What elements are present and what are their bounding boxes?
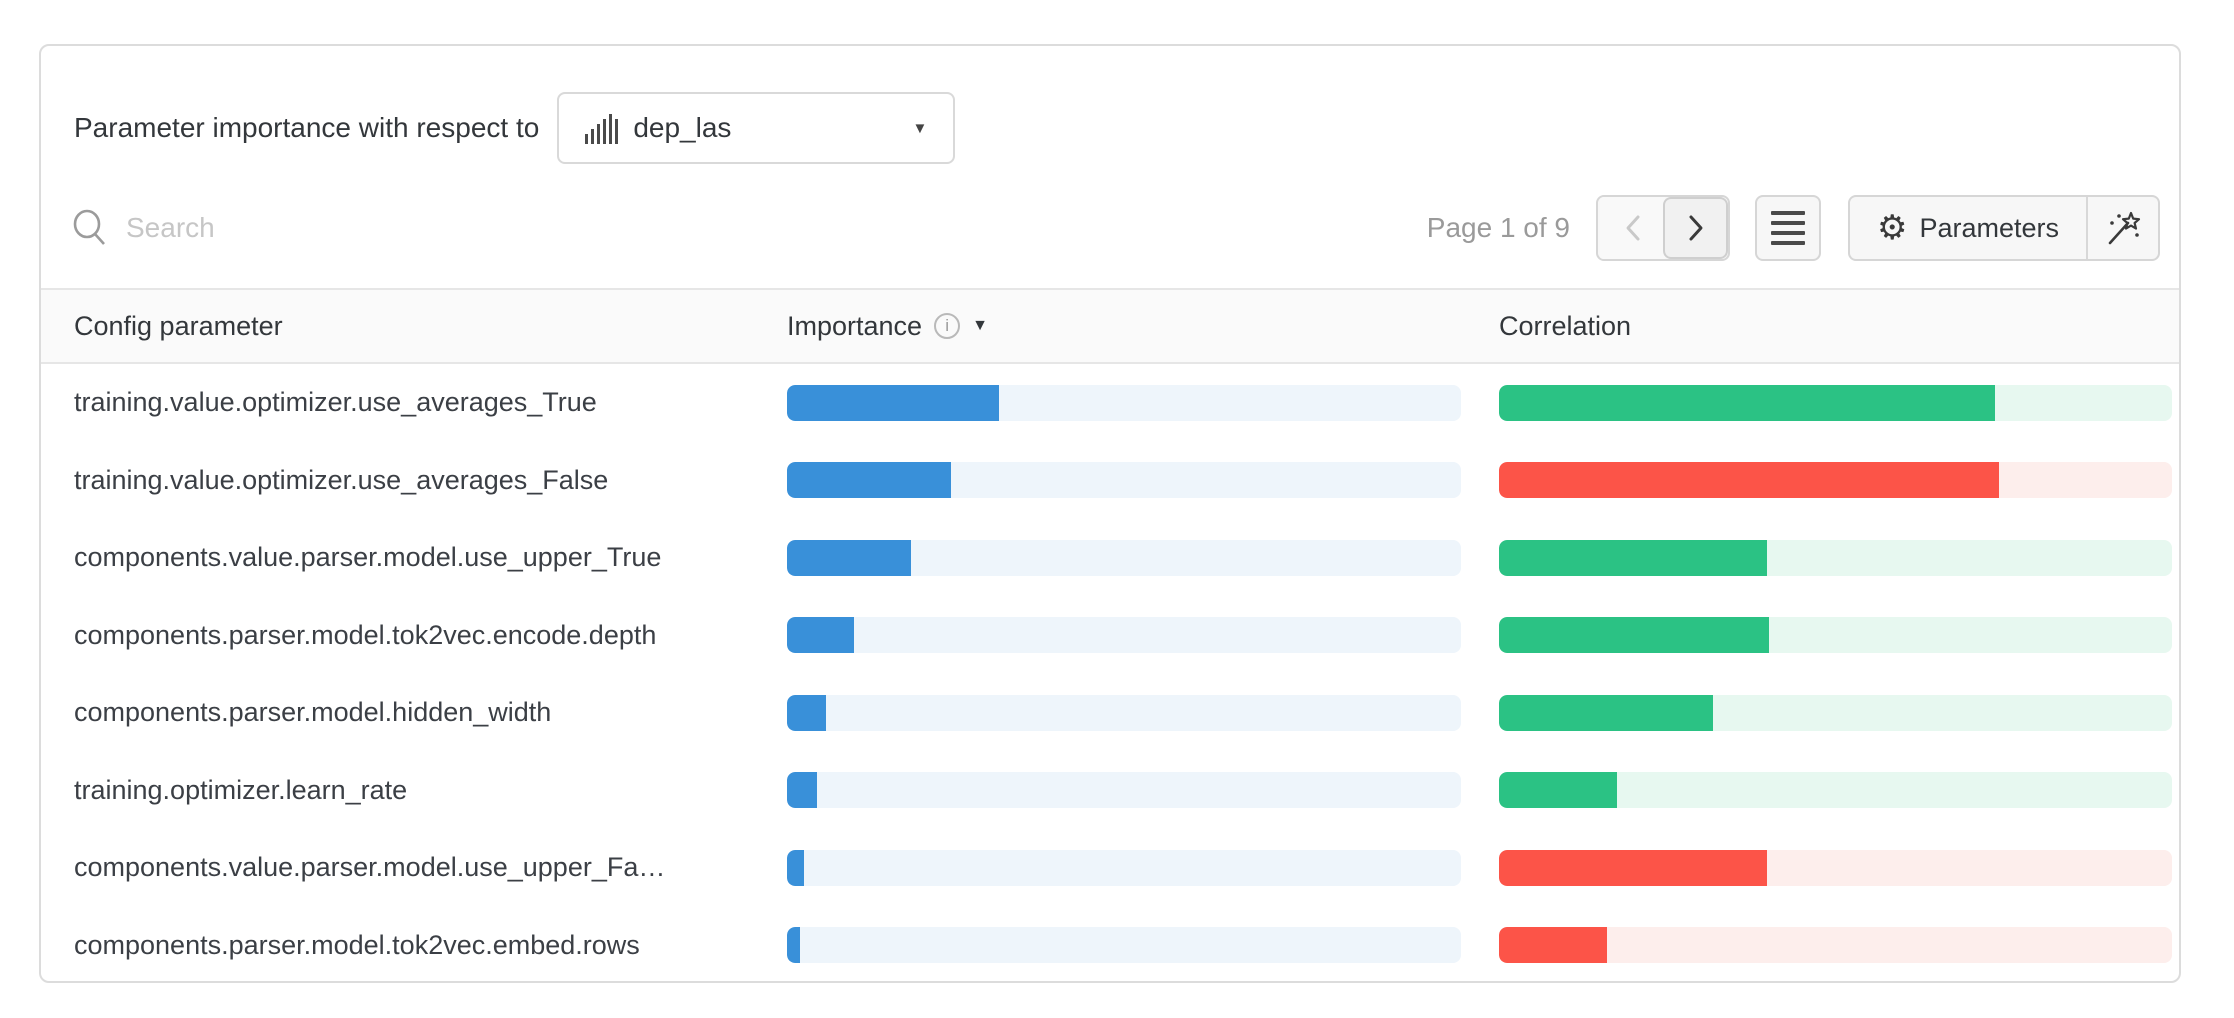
magic-wand-icon: [2104, 209, 2142, 247]
table-row: components.parser.model.hidden_width: [41, 674, 2179, 752]
correlation-bar-fill: [1499, 462, 1999, 498]
search-bar: [72, 209, 1427, 247]
correlation-bar: [1499, 540, 2172, 576]
parameters-button-label: Parameters: [1919, 213, 2059, 244]
chevron-left-icon: [1623, 213, 1643, 243]
importance-bar-fill: [787, 850, 804, 886]
importance-bar: [787, 385, 1461, 421]
correlation-bar-fill: [1499, 617, 1769, 653]
sort-descending-icon: ▼: [972, 317, 988, 335]
importance-bar-fill: [787, 462, 951, 498]
importance-bar: [787, 540, 1461, 576]
importance-bar-fill: [787, 617, 854, 653]
importance-bar: [787, 927, 1461, 963]
parameters-button-group: ⚙ Parameters: [1848, 195, 2160, 261]
importance-bar-fill: [787, 927, 800, 963]
column-header-importance[interactable]: Importance i ▼: [787, 290, 988, 362]
correlation-bar: [1499, 772, 2172, 808]
correlation-bar: [1499, 462, 2172, 498]
gear-icon: ⚙: [1877, 211, 1907, 245]
correlation-bar-fill: [1499, 540, 1767, 576]
correlation-bar-fill: [1499, 927, 1607, 963]
correlation-bar-fill: [1499, 850, 1767, 886]
metric-selector-dropdown[interactable]: dep_las ▼: [557, 92, 955, 164]
correlation-bar: [1499, 617, 2172, 653]
column-header-correlation: Correlation: [1499, 290, 1631, 362]
correlation-bar-fill: [1499, 385, 1995, 421]
prev-page-button[interactable]: [1600, 197, 1665, 259]
metric-selector-value: dep_las: [633, 112, 731, 144]
table-row: components.parser.model.tok2vec.encode.d…: [41, 597, 2179, 675]
importance-bar-fill: [787, 772, 817, 808]
table-row: training.optimizer.learn_rate: [41, 752, 2179, 830]
panel-header: Parameter importance with respect to dep…: [74, 92, 955, 164]
page-indicator: Page 1 of 9: [1427, 212, 1570, 244]
info-icon[interactable]: i: [934, 313, 960, 339]
search-input[interactable]: [126, 212, 726, 244]
table-body: training.value.optimizer.use_averages_Tr…: [41, 364, 2179, 984]
table-row: components.value.parser.model.use_upper_…: [41, 829, 2179, 907]
list-icon: [1771, 211, 1805, 215]
config-parameter-label: training.value.optimizer.use_averages_Fa…: [74, 442, 608, 520]
list-view-button[interactable]: [1755, 195, 1821, 261]
correlation-bar-fill: [1499, 695, 1713, 731]
importance-bar: [787, 695, 1461, 731]
importance-bar: [787, 462, 1461, 498]
importance-bar-fill: [787, 695, 826, 731]
magic-wand-button[interactable]: [2086, 197, 2158, 259]
parameter-importance-panel: Parameter importance with respect to dep…: [39, 44, 2181, 983]
config-parameter-label: training.value.optimizer.use_averages_Tr…: [74, 364, 597, 442]
correlation-bar: [1499, 850, 2172, 886]
config-parameter-label: components.value.parser.model.use_upper_…: [74, 519, 661, 597]
importance-bar-fill: [787, 540, 911, 576]
importance-bar: [787, 772, 1461, 808]
search-icon: [72, 209, 108, 247]
pager-button-group: [1596, 195, 1730, 261]
config-parameter-label: components.parser.model.hidden_width: [74, 674, 551, 752]
column-header-config-parameter: Config parameter: [74, 290, 283, 362]
panel-title: Parameter importance with respect to: [74, 112, 539, 144]
parameters-button[interactable]: ⚙ Parameters: [1850, 197, 2086, 259]
config-parameter-label: training.optimizer.learn_rate: [74, 752, 407, 830]
next-page-button[interactable]: [1663, 197, 1728, 259]
controls-row: Page 1 of 9 ⚙ Parameters: [41, 194, 2179, 262]
correlation-bar: [1499, 695, 2172, 731]
chevron-right-icon: [1686, 213, 1706, 243]
importance-bar: [787, 850, 1461, 886]
correlation-bar: [1499, 927, 2172, 963]
config-parameter-label: components.parser.model.tok2vec.embed.ro…: [74, 907, 640, 985]
table-row: components.parser.model.tok2vec.embed.ro…: [41, 907, 2179, 985]
importance-bar-fill: [787, 385, 999, 421]
table-row: training.value.optimizer.use_averages_Fa…: [41, 442, 2179, 520]
bar-chart-icon: [585, 112, 619, 144]
chevron-down-icon: ▼: [912, 120, 927, 137]
config-parameter-label: components.value.parser.model.use_upper_…: [74, 829, 665, 907]
table-row: training.value.optimizer.use_averages_Tr…: [41, 364, 2179, 442]
config-parameter-label: components.parser.model.tok2vec.encode.d…: [74, 597, 656, 675]
table-row: components.value.parser.model.use_upper_…: [41, 519, 2179, 597]
correlation-bar-fill: [1499, 772, 1617, 808]
importance-bar: [787, 617, 1461, 653]
table-header: Config parameter Importance i ▼ Correlat…: [41, 288, 2179, 364]
correlation-bar: [1499, 385, 2172, 421]
